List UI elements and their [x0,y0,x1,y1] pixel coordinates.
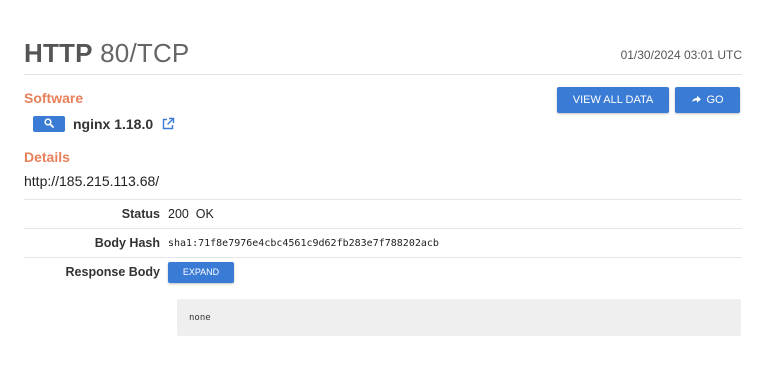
body-hash-value: sha1:71f8e7976e4cbc4561c9d62fb283e7f7882… [168,237,439,249]
arrow-right-icon [691,95,702,105]
software-section-title: Software [24,90,84,106]
status-label: Status [121,207,160,221]
body-hash-label: Body Hash [94,236,160,250]
go-label: GO [706,94,724,106]
table-row: Body Hash sha1:71f8e7976e4cbc4561c9d62fb… [24,228,742,257]
page-title: HTTP 80/TCP [24,38,189,69]
response-body-content: none [177,299,741,336]
software-name: nginx 1.18.0 [73,116,154,132]
details-section-title: Details [24,149,70,165]
software-row: nginx 1.18.0 [33,114,175,134]
table-row: Response Body EXPAND [24,257,742,286]
service-url: http://185.215.113.68/ [24,173,160,189]
response-body-label: Response Body [65,265,160,279]
service-header: HTTP 80/TCP 01/30/2024 03:01 UTC [24,36,742,75]
search-button[interactable] [33,116,65,132]
expand-button[interactable]: EXPAND [168,261,234,283]
port-label: 80/TCP [100,38,190,68]
search-icon [44,115,54,133]
status-value: 200 OK [168,207,214,221]
table-row: Status 200 OK [24,199,742,228]
go-button[interactable]: GO [675,87,740,113]
protocol-label: HTTP [24,38,93,68]
details-table: Status 200 OK Body Hash sha1:71f8e7976e4… [24,199,742,286]
scan-timestamp: 01/30/2024 03:01 UTC [620,48,742,62]
view-all-data-button[interactable]: VIEW ALL DATA [557,87,669,113]
external-link-icon[interactable] [161,117,175,131]
